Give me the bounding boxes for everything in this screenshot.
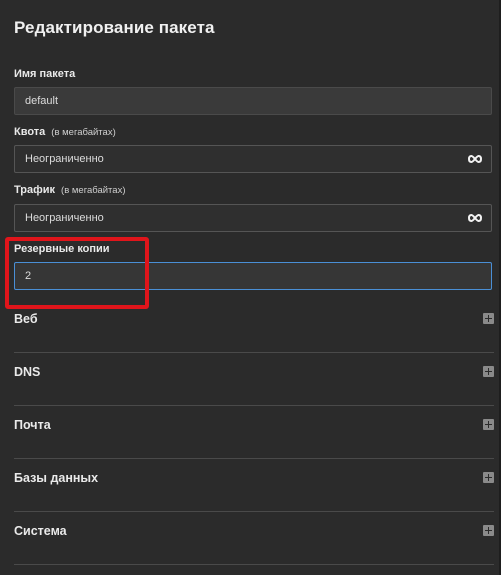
- expand-plus-icon[interactable]: [483, 525, 494, 536]
- section-mail-label: Почта: [14, 418, 51, 432]
- infinity-icon[interactable]: [468, 212, 482, 224]
- edit-package-panel: Редактирование пакета Имя пакета default…: [0, 0, 501, 575]
- traffic-hint: (в мегабайтах): [61, 185, 126, 196]
- traffic-value: Неограниченно: [25, 212, 104, 224]
- package-name-value: default: [25, 95, 59, 107]
- section-databases[interactable]: Базы данных: [14, 459, 494, 512]
- quota-label-text: Квота: [14, 126, 46, 138]
- section-databases-label: Базы данных: [14, 471, 99, 485]
- quota-label: Квота (в мегабайтах): [14, 126, 116, 138]
- expand-plus-icon[interactable]: [483, 366, 494, 377]
- expand-plus-icon[interactable]: [483, 472, 494, 483]
- section-divider: [14, 564, 494, 565]
- traffic-input[interactable]: Неограниченно: [14, 204, 492, 232]
- expand-plus-icon[interactable]: [483, 419, 494, 430]
- section-web[interactable]: Веб: [14, 300, 494, 353]
- section-system[interactable]: Система: [14, 512, 494, 565]
- expand-plus-icon[interactable]: [483, 313, 494, 324]
- package-name-input[interactable]: default: [14, 87, 492, 115]
- quota-hint: (в мегабайтах): [51, 127, 116, 138]
- quota-input[interactable]: Неограниченно: [14, 145, 492, 173]
- traffic-label: Трафик (в мегабайтах): [14, 184, 126, 196]
- page-title: Редактирование пакета: [14, 18, 215, 37]
- infinity-icon[interactable]: [468, 153, 482, 165]
- section-web-label: Веб: [14, 312, 38, 326]
- section-system-label: Система: [14, 524, 67, 538]
- section-dns-label: DNS: [14, 365, 41, 379]
- section-dns[interactable]: DNS: [14, 353, 494, 406]
- package-name-label: Имя пакета: [14, 68, 75, 80]
- highlight-annotation: [5, 237, 149, 309]
- quota-value: Неограниченно: [25, 153, 104, 165]
- package-name-label-text: Имя пакета: [14, 68, 76, 80]
- section-mail[interactable]: Почта: [14, 406, 494, 459]
- traffic-label-text: Трафик: [14, 184, 56, 196]
